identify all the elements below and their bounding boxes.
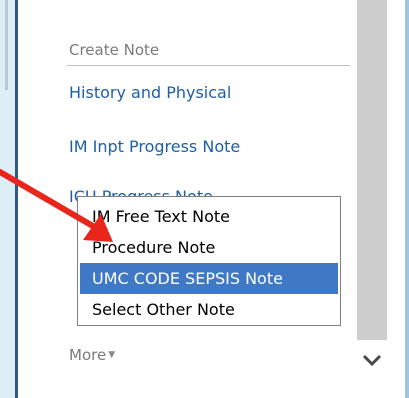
scrollbar-track[interactable] xyxy=(357,0,387,340)
caret-down-icon: ▼ xyxy=(108,350,116,360)
more-button[interactable]: More ▼ xyxy=(69,346,115,364)
menu-item-im-free-text-note[interactable]: IM Free Text Note xyxy=(78,201,340,232)
menu-item-umc-code-sepsis-note[interactable]: UMC CODE SEPSIS Note xyxy=(80,263,338,294)
menu-item-procedure-note[interactable]: Procedure Note xyxy=(78,232,340,263)
panel-right-border xyxy=(405,0,409,398)
header-divider xyxy=(67,65,350,66)
left-edge-soft-rule xyxy=(5,0,8,90)
chevron-down-icon xyxy=(362,354,382,367)
im-inpt-progress-note-link[interactable]: IM Inpt Progress Note xyxy=(69,137,240,156)
create-note-header: Create Note xyxy=(69,41,160,59)
more-label: More xyxy=(69,346,107,364)
note-type-dropdown: IM Free Text Note Procedure Note UMC COD… xyxy=(77,196,341,326)
menu-item-select-other-note[interactable]: Select Other Note xyxy=(78,294,340,325)
scroll-down-button[interactable] xyxy=(357,340,387,380)
history-and-physical-link[interactable]: History and Physical xyxy=(69,83,231,102)
